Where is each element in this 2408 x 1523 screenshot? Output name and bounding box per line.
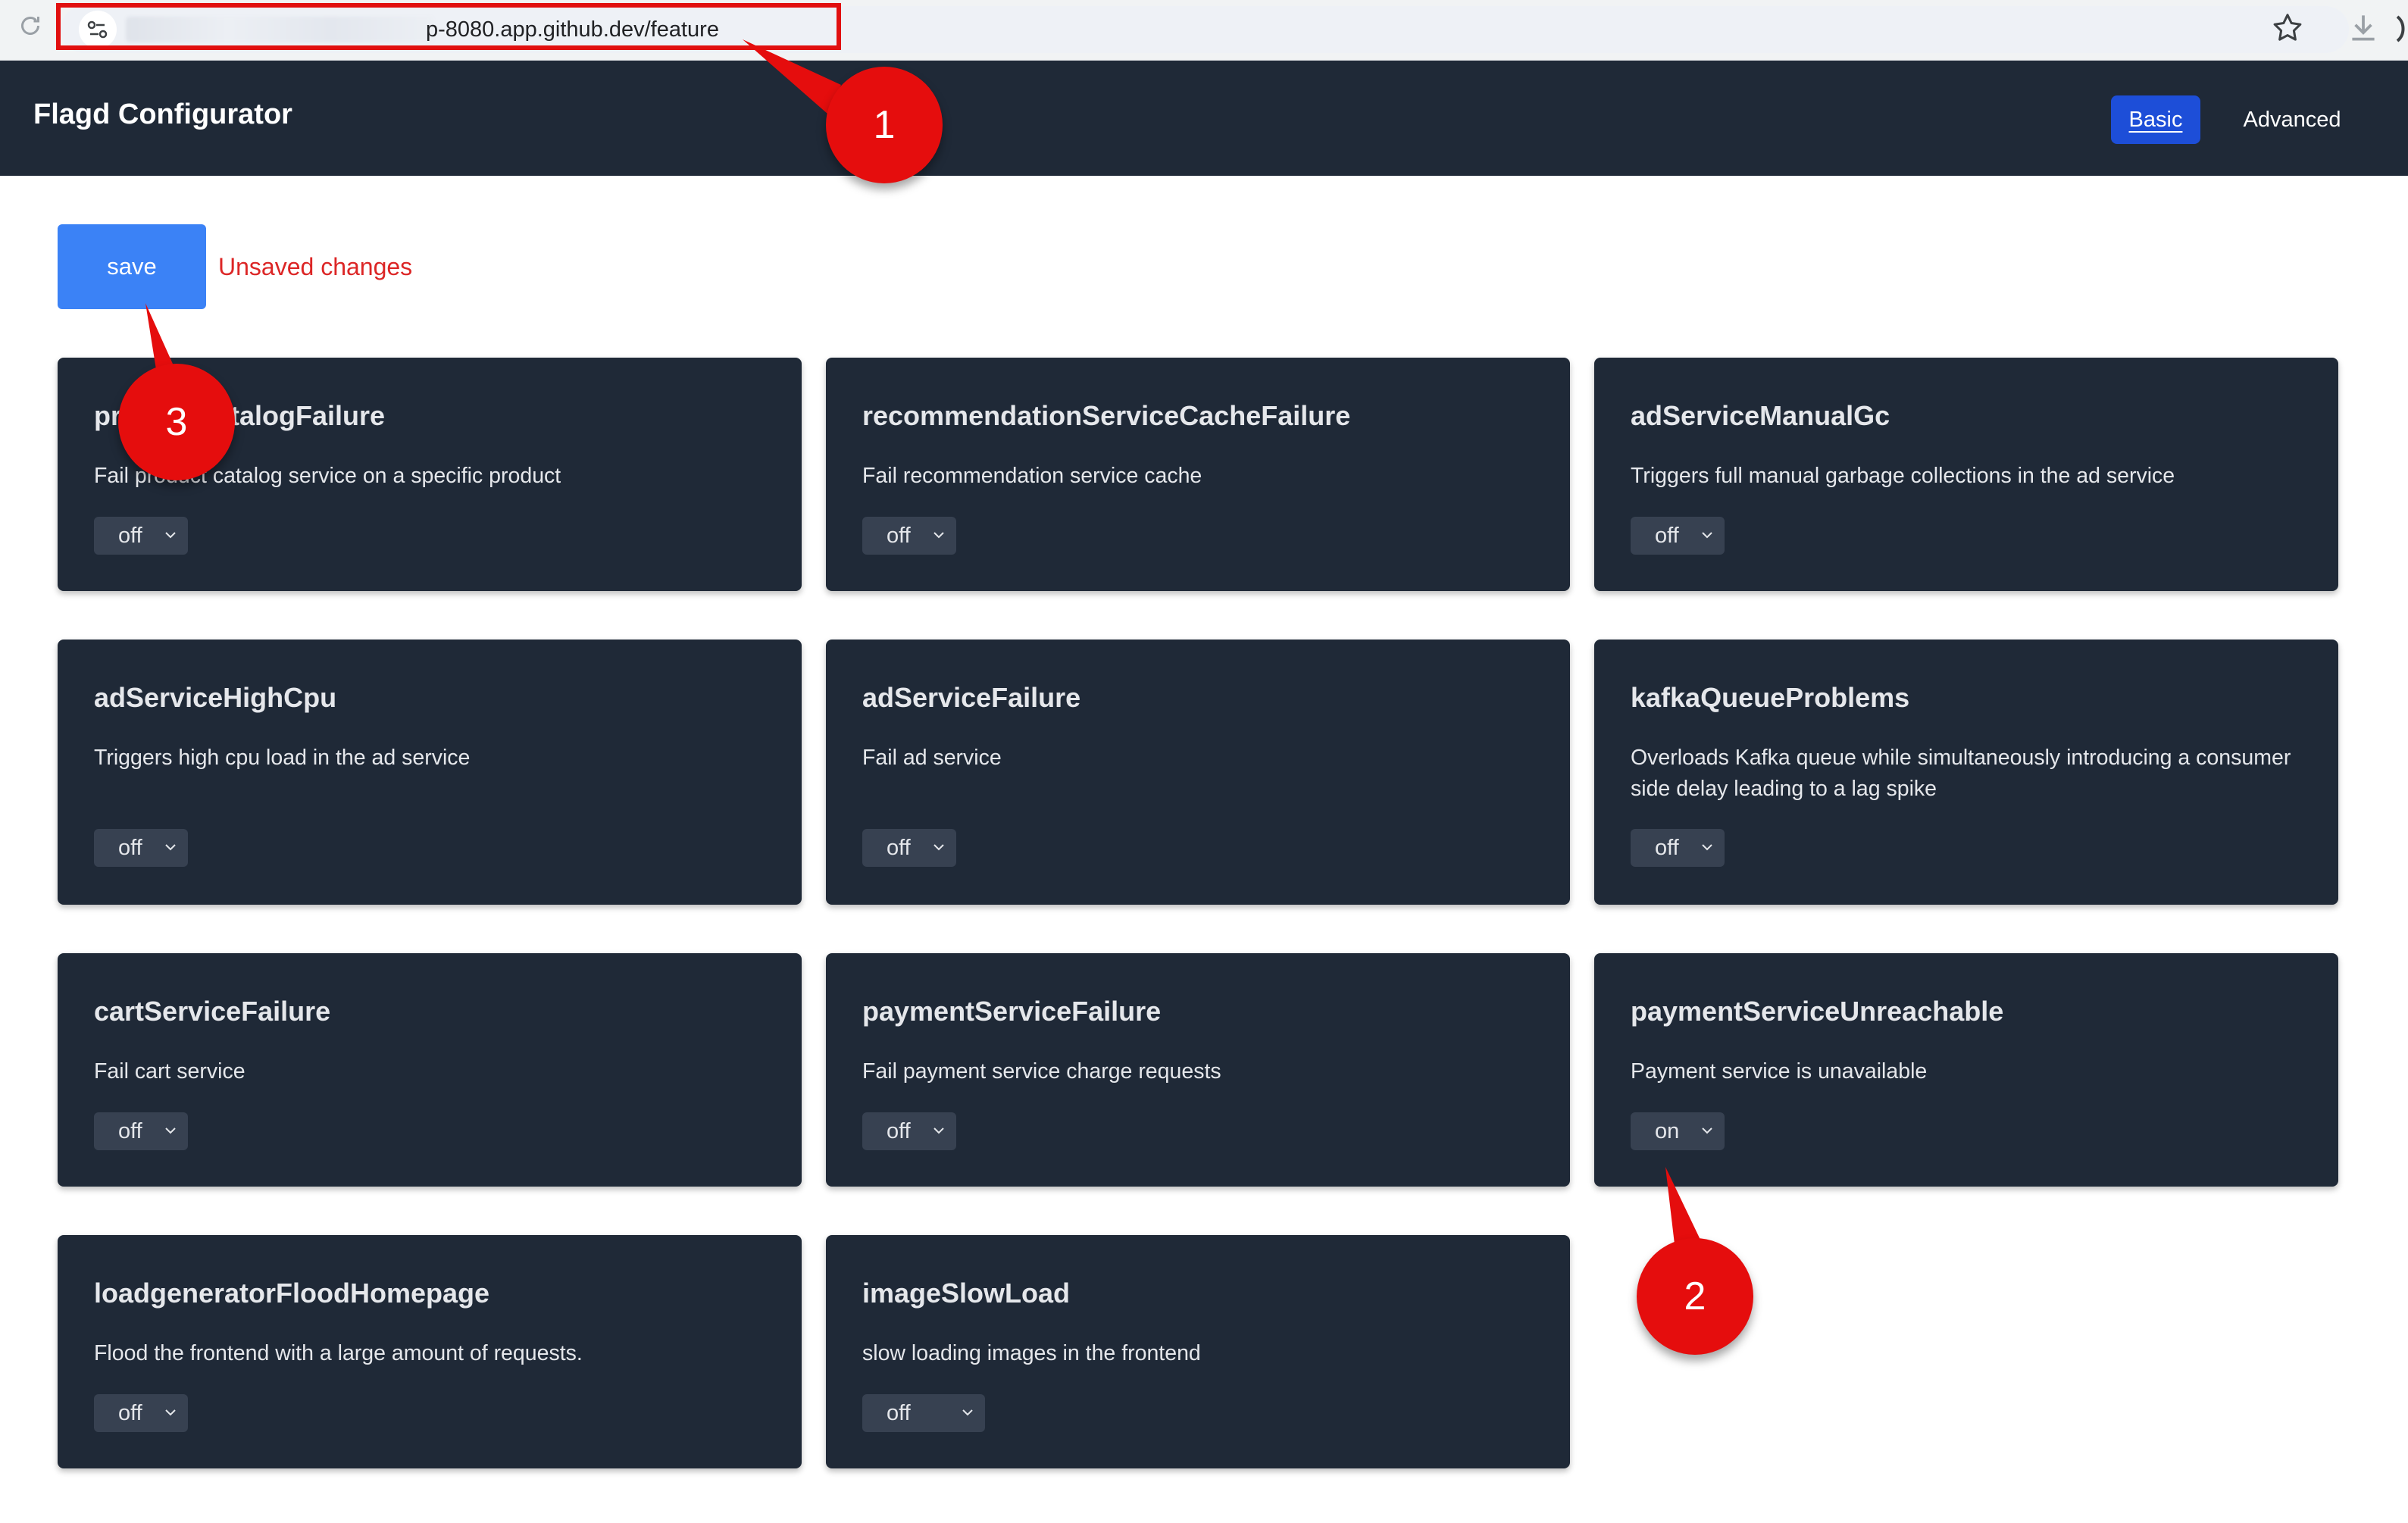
flag-card-imageSlowLoad: imageSlowLoad slow loading images in the…: [826, 1235, 1570, 1468]
star-icon[interactable]: [2270, 11, 2305, 45]
flag-variant-select[interactable]: off: [1631, 517, 1725, 555]
flag-variant-select[interactable]: off: [94, 1394, 188, 1432]
app-title: Flagd Configurator: [33, 99, 292, 130]
flag-variant-select[interactable]: off: [862, 517, 956, 555]
flag-description: Payment service is unavailable: [1631, 1059, 1928, 1084]
flag-title: loadgeneratorFloodHomepage: [94, 1278, 490, 1309]
flag-variant-value: off: [1655, 836, 1679, 860]
chevron-down-icon: [165, 844, 176, 851]
flag-title: paymentServiceUnreachable: [1631, 996, 2004, 1027]
flag-card-adServiceFailure: adServiceFailure Fail ad service off: [826, 640, 1570, 905]
flag-variant-value: off: [887, 836, 911, 860]
url-highlight-box: [56, 3, 841, 50]
flag-variant-value: on: [1655, 1119, 1680, 1143]
flag-description: Overloads Kafka queue while simultaneous…: [1631, 746, 2291, 801]
flag-variant-select[interactable]: off: [94, 829, 188, 867]
flag-description: slow loading images in the frontend: [862, 1341, 1201, 1365]
flag-description: Fail cart service: [94, 1059, 245, 1084]
flag-variant-value: off: [887, 1401, 911, 1425]
flag-variant-value: off: [118, 1401, 142, 1425]
unsaved-changes-status: Unsaved changes: [218, 253, 413, 280]
flag-title: adServiceManualGc: [1631, 400, 1890, 431]
chevron-down-icon: [165, 1409, 176, 1416]
flag-variant-select[interactable]: on: [1631, 1112, 1725, 1150]
chevron-down-icon: [1702, 844, 1712, 851]
reload-icon[interactable]: [17, 12, 44, 39]
flag-variant-value: off: [887, 1119, 911, 1143]
flag-variant-select[interactable]: off: [862, 1394, 985, 1432]
flag-card-loadgeneratorFloodHomepage: loadgeneratorFloodHomepage Flood the fro…: [58, 1235, 802, 1468]
flag-title: adServiceFailure: [862, 682, 1081, 713]
flag-description: Triggers full manual garbage collections…: [1631, 464, 2175, 488]
flag-variant-value: off: [118, 524, 142, 548]
annotation-badge-1: 1: [826, 67, 943, 183]
flag-title: imageSlowLoad: [862, 1278, 1071, 1309]
chevron-down-icon: [165, 532, 176, 539]
extension-icon[interactable]: [2394, 14, 2408, 44]
flag-variant-select[interactable]: off: [862, 1112, 956, 1150]
flag-description: Fail ad service: [862, 746, 1002, 770]
chevron-down-icon: [165, 1127, 176, 1134]
tab-advanced[interactable]: Advanced: [2235, 95, 2349, 144]
save-button[interactable]: save: [58, 224, 206, 309]
flag-card-recommendationServiceCacheFailure: recommendationServiceCacheFailure Fail r…: [826, 358, 1570, 591]
flag-variant-value: off: [118, 836, 142, 860]
app-header: Flagd Configurator Basic Advanced: [0, 61, 2408, 176]
flag-card-paymentServiceFailure: paymentServiceFailure Fail payment servi…: [826, 953, 1570, 1187]
flag-card-adServiceHighCpu: adServiceHighCpu Triggers high cpu load …: [58, 640, 802, 905]
flag-variant-select[interactable]: off: [862, 829, 956, 867]
flag-variant-select[interactable]: off: [1631, 829, 1725, 867]
chevron-down-icon: [1702, 532, 1712, 539]
flag-variant-value: off: [1655, 524, 1679, 548]
flag-description: Fail recommendation service cache: [862, 464, 1202, 488]
tab-basic[interactable]: Basic: [2111, 95, 2200, 144]
chevron-down-icon: [962, 1409, 973, 1416]
chevron-down-icon: [933, 844, 944, 851]
flag-title: cartServiceFailure: [94, 996, 331, 1027]
flag-title: recommendationServiceCacheFailure: [862, 400, 1351, 431]
annotation-badge-3: 3: [118, 364, 235, 480]
flag-title: kafkaQueueProblems: [1631, 682, 1910, 713]
flag-description: Flood the frontend with a large amount o…: [94, 1341, 583, 1365]
flag-description: Fail payment service charge requests: [862, 1059, 1221, 1084]
flag-card-adServiceManualGc: adServiceManualGc Triggers full manual g…: [1594, 358, 2338, 591]
flag-variant-select[interactable]: off: [94, 1112, 188, 1150]
chevron-down-icon: [1702, 1127, 1712, 1134]
flag-card-kafkaQueueProblems: kafkaQueueProblems Overloads Kafka queue…: [1594, 640, 2338, 905]
flag-variant-value: off: [118, 1119, 142, 1143]
annotation-badge-2: 2: [1637, 1238, 1753, 1355]
flag-title: paymentServiceFailure: [862, 996, 1162, 1027]
flag-variant-value: off: [887, 524, 911, 548]
download-icon[interactable]: [2344, 9, 2382, 47]
chevron-down-icon: [933, 1127, 944, 1134]
flag-variant-select[interactable]: off: [94, 517, 188, 555]
flag-title: adServiceHighCpu: [94, 682, 337, 713]
flag-description: Triggers high cpu load in the ad service: [94, 746, 471, 770]
flag-card-paymentServiceUnreachable: paymentServiceUnreachable Payment servic…: [1594, 953, 2338, 1187]
chevron-down-icon: [933, 532, 944, 539]
flag-card-cartServiceFailure: cartServiceFailure Fail cart service off: [58, 953, 802, 1187]
